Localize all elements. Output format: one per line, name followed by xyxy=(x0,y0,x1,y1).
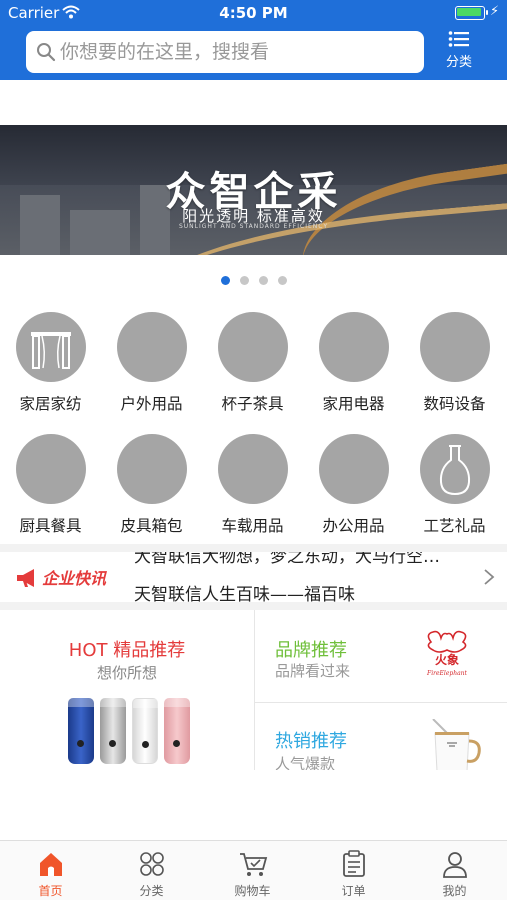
placeholder-icon xyxy=(217,312,288,382)
hot-recommend-card[interactable]: HOT 精品推荐 想你所想 xyxy=(0,610,254,770)
chevron-right-icon[interactable] xyxy=(483,568,495,586)
news-logo-text: 企业快讯 xyxy=(42,569,108,588)
bottom-tab-bar: 首页 分类 购物车 订单 我的 xyxy=(0,840,507,900)
order-list-icon xyxy=(342,850,365,877)
news-logo: 企业快讯 xyxy=(14,566,124,590)
placeholder-icon xyxy=(116,434,187,504)
category-grid-icon xyxy=(139,852,164,876)
search-bar[interactable] xyxy=(26,31,424,73)
category-item[interactable]: 户外用品 xyxy=(101,312,202,414)
placeholder-icon xyxy=(116,312,187,382)
top-header: Carrier 4:50 PM ⚡ 分类 xyxy=(0,0,507,80)
banner-page-indicator[interactable] xyxy=(0,276,507,286)
tab-label: 订单 xyxy=(341,884,366,898)
category-item[interactable]: 数码设备 xyxy=(404,312,505,414)
page-dot[interactable] xyxy=(239,276,249,285)
hot-sale-title: 热销推荐 xyxy=(275,731,347,752)
category-item[interactable]: 皮具箱包 xyxy=(101,434,202,536)
status-time: 4:50 PM xyxy=(219,4,288,22)
mug-product-image xyxy=(427,718,483,770)
category-label: 车载用品 xyxy=(221,517,284,535)
category-label: 家居家纺 xyxy=(19,395,82,413)
hot-sale-subtitle: 人气爆款 xyxy=(275,755,336,770)
category-item[interactable]: 厨具餐具 xyxy=(0,434,101,536)
placeholder-icon xyxy=(15,434,86,504)
brand-logo-sub: FireElephant xyxy=(426,670,467,677)
tab-label: 我的 xyxy=(442,884,467,898)
thermos-product-image xyxy=(68,698,193,768)
category-label: 数码设备 xyxy=(423,395,486,413)
hot-recommend-title: HOT 精品推荐 xyxy=(68,640,186,661)
tab-label: 购物车 xyxy=(234,884,271,898)
news-headline[interactable]: 大智联信大物想，梦之东动，大马行空… xyxy=(134,552,440,567)
category-item[interactable]: 车载用品 xyxy=(202,434,303,536)
search-input[interactable] xyxy=(60,31,420,73)
hot-sale-card[interactable]: 热销推荐 人气爆款 xyxy=(255,703,507,770)
user-icon xyxy=(442,852,467,878)
cart-icon xyxy=(239,853,267,876)
category-item[interactable]: 家居家纺 xyxy=(0,312,101,414)
hot-recommend-subtitle: 想你所想 xyxy=(96,664,157,682)
page-dot[interactable] xyxy=(220,276,230,285)
brand-recommend-card[interactable]: 品牌推荐 品牌看过来 火象 FireElephant xyxy=(255,610,507,702)
battery-icon: ⚡ xyxy=(455,4,499,20)
category-button-label: 分类 xyxy=(445,55,472,70)
category-item[interactable]: 杯子茶具 xyxy=(202,312,303,414)
placeholder-icon xyxy=(318,434,389,504)
section-divider xyxy=(0,544,507,552)
news-ticker[interactable]: 企业快讯 大智联信大物想，梦之东动，大马行空… 天智联信人生百味——福百味 xyxy=(0,552,507,602)
recommendation-section: HOT 精品推荐 想你所想 品牌推荐 品牌看过来 火象 FireElephant… xyxy=(0,610,507,770)
page-dot[interactable] xyxy=(277,276,287,285)
placeholder-icon xyxy=(318,312,389,382)
home-textile-icon xyxy=(15,312,86,382)
category-label: 办公用品 xyxy=(322,517,385,535)
tab-cart[interactable]: 购物车 xyxy=(202,841,303,900)
category-button[interactable]: 分类 xyxy=(436,30,482,76)
news-headline[interactable]: 天智联信人生百味——福百味 xyxy=(134,580,355,602)
home-icon xyxy=(39,853,62,876)
banner-subtitle-en: SUNLIGHT AND STANDARD EFFICIENCY xyxy=(178,223,329,230)
placeholder-icon xyxy=(217,434,288,504)
tab-label: 首页 xyxy=(38,884,63,898)
search-icon xyxy=(36,42,56,62)
page-dot[interactable] xyxy=(258,276,268,285)
brand-recommend-subtitle: 品牌看过来 xyxy=(275,662,351,680)
category-label: 工艺礼品 xyxy=(423,517,486,535)
tab-home[interactable]: 首页 xyxy=(0,841,101,900)
category-item[interactable]: 办公用品 xyxy=(303,434,404,536)
category-item[interactable]: 工艺礼品 xyxy=(404,434,505,536)
category-label: 皮具箱包 xyxy=(120,517,183,535)
brand-logo: 火象 FireElephant xyxy=(417,628,477,684)
placeholder-icon xyxy=(419,312,490,382)
brand-logo-text: 火象 xyxy=(435,652,459,667)
category-item[interactable]: 家用电器 xyxy=(303,312,404,414)
vase-icon xyxy=(419,434,490,504)
promo-banner[interactable]: 众智企采 阳光透明 标准高效 SUNLIGHT AND STANDARD EFF… xyxy=(0,125,507,255)
category-label: 家用电器 xyxy=(322,395,385,413)
battery-level xyxy=(457,8,481,16)
category-label: 户外用品 xyxy=(120,395,183,413)
tab-category[interactable]: 分类 xyxy=(101,841,202,900)
tab-orders[interactable]: 订单 xyxy=(303,841,404,900)
brand-recommend-title: 品牌推荐 xyxy=(275,640,347,661)
list-icon xyxy=(448,31,469,47)
tab-label: 分类 xyxy=(139,884,164,898)
category-label: 杯子茶具 xyxy=(221,395,284,413)
tab-mine[interactable]: 我的 xyxy=(404,841,505,900)
status-bar: Carrier 4:50 PM ⚡ xyxy=(0,0,507,26)
category-label: 厨具餐具 xyxy=(19,517,82,535)
section-divider xyxy=(0,602,507,610)
